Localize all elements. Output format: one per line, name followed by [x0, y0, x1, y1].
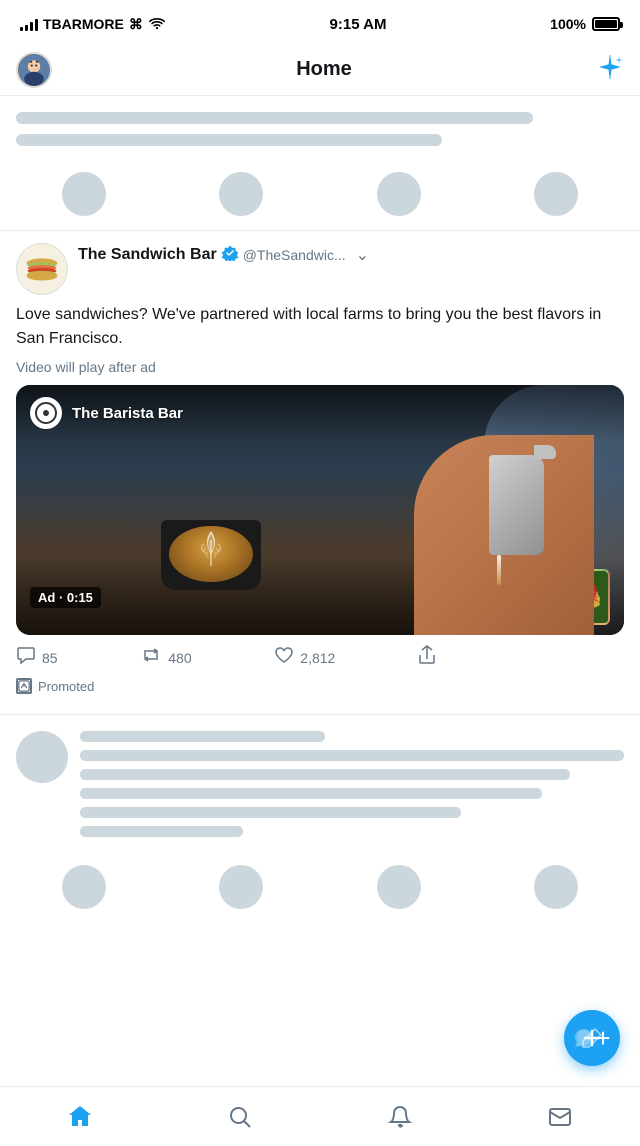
bottom-navigation — [0, 1086, 640, 1146]
tweet-username: The Sandwich Bar — [78, 246, 217, 264]
placeholder-circle-5 — [62, 865, 106, 909]
battery-icon — [592, 17, 620, 31]
mail-icon — [548, 1105, 572, 1129]
pitcher — [489, 455, 544, 555]
battery-percent: 100% — [550, 16, 586, 32]
ph-text-line-2 — [80, 769, 570, 780]
pitcher-spout — [534, 445, 556, 459]
placeholder-line-2 — [16, 134, 442, 146]
placeholder-circle-8 — [534, 865, 578, 909]
compose-fab[interactable]: + — [564, 1010, 620, 1066]
reply-icon — [16, 646, 36, 669]
placeholder-circle-1 — [62, 172, 106, 216]
placeholder-circle-6 — [219, 865, 263, 909]
status-right: 100% — [550, 16, 620, 32]
status-time: 9:15 AM — [330, 16, 387, 33]
cup-latte-surface — [169, 526, 253, 582]
promoted-row: Promoted — [16, 674, 624, 702]
status-left: TBARMORE ⌘ — [20, 16, 166, 33]
signal-icon — [20, 17, 38, 31]
placeholder-circle-3 — [377, 172, 421, 216]
home-icon — [67, 1104, 93, 1130]
loading-placeholder-2 — [0, 715, 640, 853]
tweet-video-note: Video will play after ad — [16, 359, 624, 375]
cup-body — [161, 520, 261, 590]
placeholder-circle-2 — [219, 172, 263, 216]
ph-text-line-1 — [80, 750, 624, 761]
nav-messages[interactable] — [532, 1089, 588, 1145]
nav-search[interactable] — [212, 1089, 268, 1145]
fab-plus-icon: + — [595, 1023, 610, 1054]
tweet-post: The Sandwich Bar @TheSandwic... ⌄ Love s… — [0, 231, 640, 715]
pour-stream — [497, 555, 501, 585]
header: Home — [0, 44, 640, 96]
ph-text-line-3 — [80, 788, 542, 799]
tweet-avatar[interactable] — [16, 243, 68, 295]
like-count: 2,812 — [300, 650, 335, 666]
search-icon — [228, 1105, 252, 1129]
placeholder-line-1 — [16, 112, 533, 124]
retweet-count: 480 — [168, 650, 191, 666]
placeholder-circle-7 — [377, 865, 421, 909]
placeholder-circle-4 — [534, 172, 578, 216]
loading-placeholder-lines — [0, 96, 640, 168]
promoted-text: Promoted — [38, 679, 94, 694]
share-icon — [418, 645, 436, 670]
nav-home[interactable] — [52, 1089, 108, 1145]
retweet-icon — [140, 646, 162, 669]
nav-notifications[interactable] — [372, 1089, 428, 1145]
bell-icon — [388, 1105, 412, 1129]
verified-badge-icon — [221, 244, 239, 267]
header-title: Home — [296, 58, 352, 81]
reply-action[interactable]: 85 — [16, 645, 58, 670]
channel-icon — [30, 397, 62, 429]
like-icon — [274, 646, 294, 669]
wifi-icon: ⌘ — [129, 16, 143, 33]
channel-name-text: The Barista Bar — [72, 405, 183, 422]
ph-text-line-5 — [80, 826, 243, 837]
loading-placeholder-circles — [0, 168, 640, 220]
user-avatar[interactable] — [16, 52, 52, 88]
retweet-action[interactable]: 480 — [140, 645, 191, 670]
ph-name-line — [80, 731, 325, 742]
placeholder-text-block — [80, 731, 624, 837]
tweet-handle: @TheSandwic... — [243, 247, 346, 263]
placeholder-avatar — [16, 731, 68, 783]
wifi-icon-svg — [148, 17, 166, 31]
share-action[interactable] — [418, 645, 436, 670]
video-player[interactable]: The Barista Bar Ad · 0:15 3 — [16, 385, 624, 635]
video-channel-info: The Barista Bar — [16, 385, 624, 441]
carrier-text: TBARMORE — [43, 16, 124, 32]
reply-count: 85 — [42, 650, 58, 666]
tweet-actions: 85 480 2,812 — [16, 635, 436, 674]
like-action[interactable]: 2,812 — [274, 645, 335, 670]
status-bar: TBARMORE ⌘ 9:15 AM 100% — [0, 0, 640, 44]
tweet-body-text: Love sandwiches? We've partnered with lo… — [16, 303, 624, 351]
tweet-user-info: The Sandwich Bar @TheSandwic... ⌄ — [78, 243, 624, 267]
promoted-icon — [16, 678, 32, 694]
coffee-cup-container — [156, 520, 266, 605]
ad-label-badge: Ad · 0:15 — [30, 587, 101, 608]
ph-text-line-4 — [80, 807, 461, 818]
tweet-name-row: The Sandwich Bar @TheSandwic... ⌄ — [78, 243, 624, 267]
tweet-dropdown-icon[interactable]: ⌄ — [350, 243, 375, 267]
tweet-header: The Sandwich Bar @TheSandwic... ⌄ — [16, 243, 624, 295]
loading-placeholder-circles-2 — [0, 861, 640, 1009]
latte-art — [169, 526, 253, 582]
sparkle-icon[interactable] — [596, 53, 624, 87]
